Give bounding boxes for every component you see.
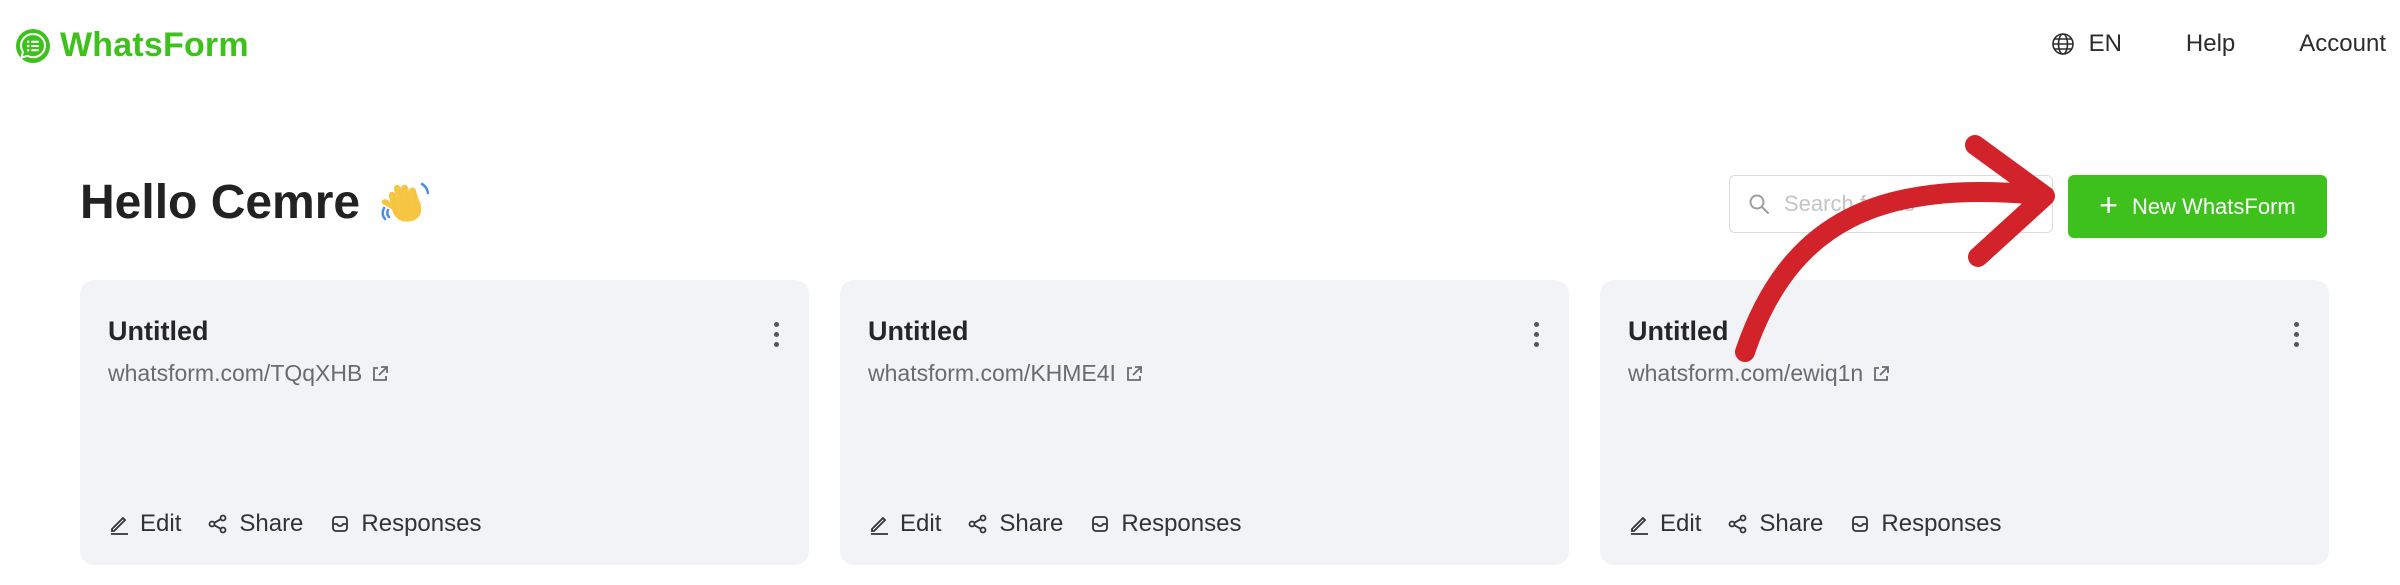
plus-icon: + [2099,187,2118,223]
more-options-icon[interactable] [771,322,781,352]
pencil-icon [871,516,888,535]
card-actions: Edit Share Responses [108,510,481,538]
chat-form-icon [16,28,50,63]
card-actions: Edit Share Responses [1628,510,2001,538]
language-label: EN [2088,30,2122,57]
form-card[interactable]: Untitled whatsform.com/KHME4I Edit Share… [840,280,1569,565]
responses-label: Responses [361,510,482,537]
new-whatsform-label: New WhatsForm [2131,193,2296,219]
form-title: Untitled [108,316,209,346]
pencil-icon [111,516,128,535]
responses-button[interactable]: Responses [1849,510,2001,538]
share-icon [208,514,227,534]
more-options-icon[interactable] [1531,322,1541,352]
help-link[interactable]: Help [2186,30,2235,58]
inbox-icon [332,516,349,532]
edit-button[interactable]: Edit [1628,510,1701,538]
page-title: Hello Cemre [80,174,434,230]
search-icon [1749,194,1769,214]
share-button[interactable]: Share [207,510,303,538]
share-label: Share [239,510,304,537]
external-link-icon [1127,365,1142,381]
inbox-icon [1852,516,1869,532]
responses-label: Responses [1121,510,1242,537]
edit-label: Edit [140,510,182,537]
search-box [1729,175,2053,233]
form-url: whatsform.com/TQqXHB [108,360,363,386]
share-icon [968,514,987,534]
globe-icon [2051,33,2074,55]
language-selector[interactable]: EN [2051,30,2122,58]
share-label: Share [999,510,1064,537]
form-url: whatsform.com/ewiq1n [1628,360,1864,386]
form-title: Untitled [1628,316,1729,346]
new-whatsform-button[interactable]: + New WhatsForm [2068,175,2327,238]
edit-button[interactable]: Edit [108,510,181,538]
form-link[interactable]: whatsform.com/TQqXHB [108,360,390,387]
form-link[interactable]: whatsform.com/KHME4I [868,360,1144,387]
share-icon [1728,514,1747,534]
share-label: Share [1759,510,1824,537]
form-url: whatsform.com/KHME4I [868,360,1116,386]
form-title: Untitled [868,316,969,346]
waving-hand-icon [381,182,430,222]
share-button[interactable]: Share [1727,510,1823,538]
share-button[interactable]: Share [967,510,1063,538]
inbox-icon [1092,516,1109,532]
pencil-icon [1631,516,1648,535]
top-navigation: EN Help Account [2051,30,2386,58]
form-card[interactable]: Untitled whatsform.com/TQqXHB Edit Share… [80,280,809,565]
responses-button[interactable]: Responses [329,510,481,538]
search-input[interactable] [1782,190,2036,218]
more-options-icon[interactable] [2291,322,2301,352]
external-link-icon [1874,365,1890,381]
brand-logo[interactable]: WhatsForm [16,26,249,65]
edit-button[interactable]: Edit [868,510,941,538]
responses-button[interactable]: Responses [1089,510,1241,538]
form-card[interactable]: Untitled whatsform.com/ewiq1n Edit Share… [1600,280,2329,565]
card-actions: Edit Share Responses [868,510,1241,538]
external-link-icon [373,365,389,381]
form-link[interactable]: whatsform.com/ewiq1n [1628,360,1891,387]
greeting-text: Hello Cemre [80,175,361,229]
edit-label: Edit [1660,510,1702,537]
edit-label: Edit [900,510,942,537]
brand-name: WhatsForm [60,26,249,64]
responses-label: Responses [1881,510,2002,537]
account-link[interactable]: Account [2299,30,2386,58]
